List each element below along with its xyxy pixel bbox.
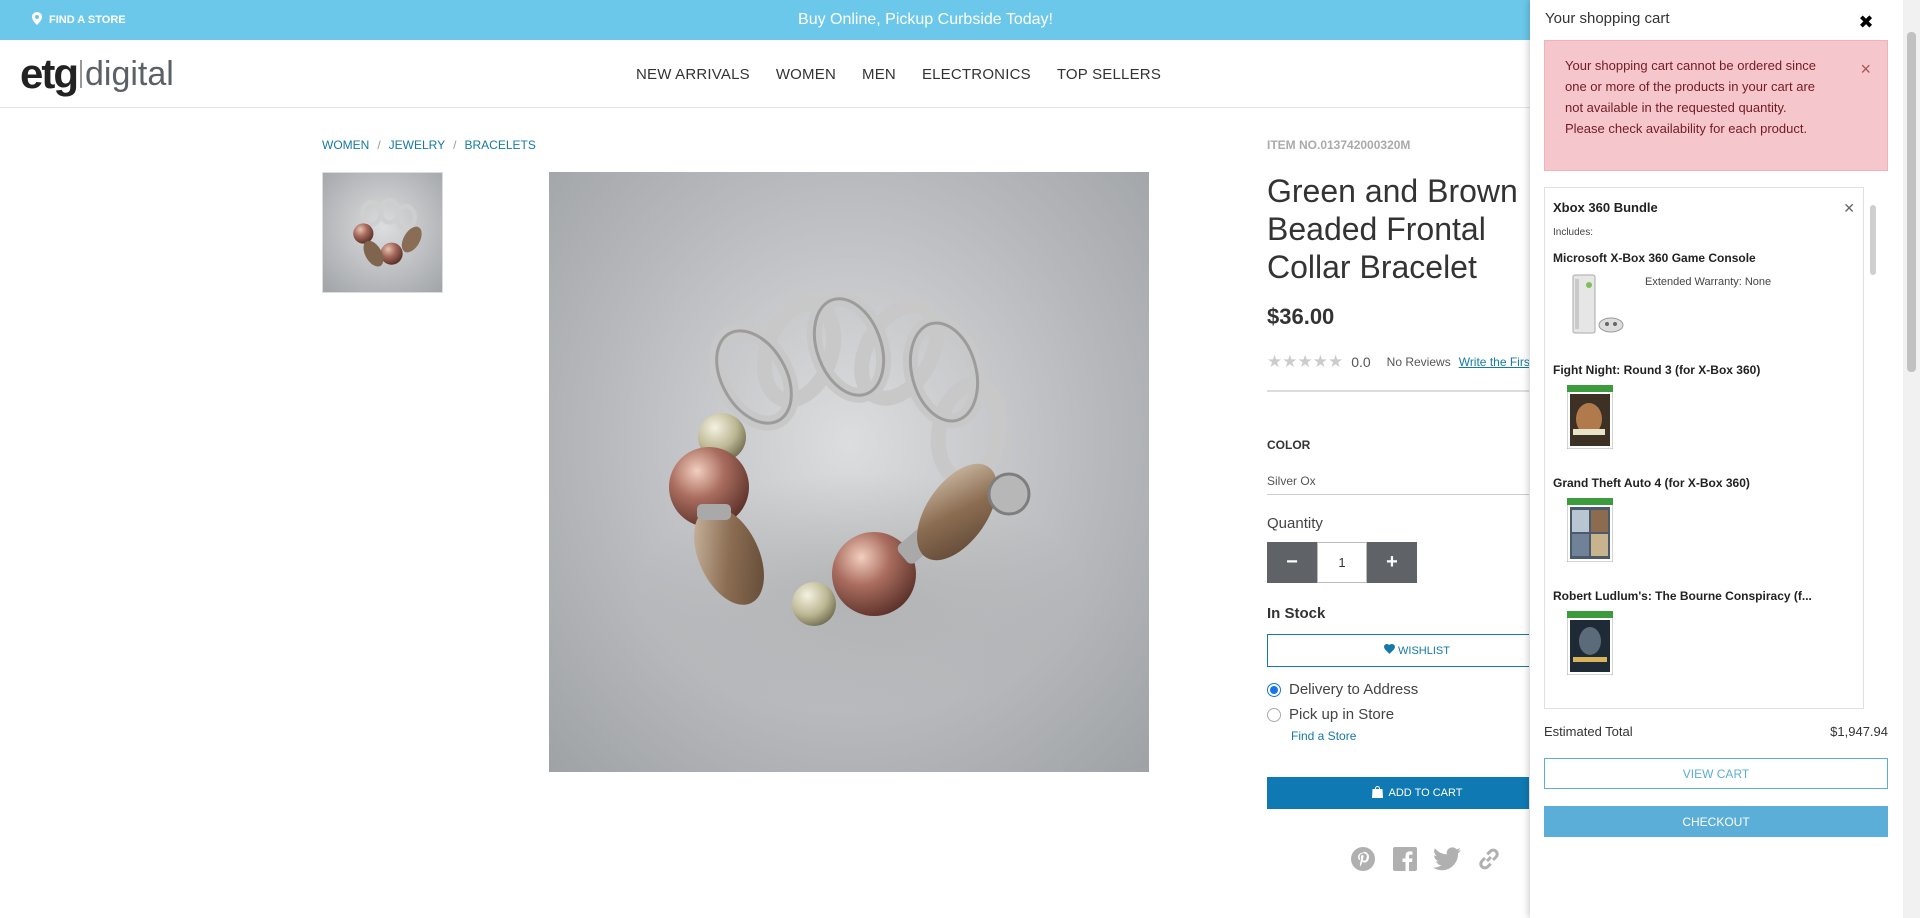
breadcrumb-women[interactable]: WOMEN — [322, 138, 369, 152]
cart-item: Fight Night: Round 3 (for X-Box 360) — [1553, 363, 1853, 450]
cart-item-name: Microsoft X-Box 360 Game Console — [1553, 251, 1756, 265]
product-price: $36.00 — [1267, 304, 1335, 329]
product-title: Green and Brown Beaded Frontal Collar Br… — [1267, 173, 1518, 285]
cart-item-image[interactable] — [1566, 610, 1614, 676]
nav-top-sellers[interactable]: TOP SELLERS — [1057, 66, 1161, 83]
find-a-store-link[interactable]: Find a Store — [1291, 729, 1529, 743]
cart-scrollbar[interactable] — [1870, 205, 1876, 275]
delivery-option-pickup[interactable]: Pick up in Store — [1267, 706, 1529, 723]
nav-electronics[interactable]: ELECTRONICS — [922, 66, 1031, 83]
cart-item: Grand Theft Auto 4 (for X-Box 360) — [1553, 476, 1853, 563]
item-number: ITEM NO.013742000320M — [1267, 138, 1411, 152]
rating-score: 0.0 — [1351, 354, 1371, 370]
quantity-decrease-button[interactable]: − — [1267, 542, 1317, 583]
page-scrollbar[interactable] — [1903, 0, 1920, 918]
product-details: ITEM NO.013742000320M Green and Brown Be… — [1267, 138, 1529, 918]
cart-item: Microsoft X-Box 360 Game Console Extende… — [1553, 251, 1853, 334]
breadcrumb-bracelets[interactable]: BRACELETS — [464, 138, 535, 152]
nav-women[interactable]: WOMEN — [776, 66, 836, 83]
breadcrumb-separator: / — [453, 138, 457, 152]
quantity-input[interactable] — [1317, 542, 1367, 583]
view-cart-button[interactable]: VIEW CART — [1544, 758, 1888, 789]
review-count: No Reviews — [1386, 355, 1451, 369]
close-icon[interactable]: ✖ — [1856, 12, 1876, 32]
remove-item-icon[interactable]: ✕ — [1843, 200, 1855, 217]
cart-title: Your shopping cart — [1545, 10, 1670, 27]
cart-item-image[interactable] — [1567, 273, 1624, 337]
add-to-cart-button[interactable]: ADD TO CART — [1267, 777, 1529, 809]
main-nav: NEW ARRIVALS WOMEN MEN ELECTRONICS TOP S… — [636, 40, 1161, 108]
stock-status: In Stock — [1267, 605, 1326, 622]
product-page: FIND A STORE Buy Online, Pickup Curbside… — [0, 0, 1920, 918]
quantity-increase-button[interactable]: + — [1367, 542, 1417, 583]
link-icon[interactable] — [1475, 845, 1503, 873]
cart-alert-message: Your shopping cart cannot be ordered sin… — [1565, 58, 1817, 136]
site-logo[interactable]: etg digital — [20, 50, 174, 98]
cart-alert: Your shopping cart cannot be ordered sin… — [1544, 40, 1888, 171]
color-select[interactable]: Silver Ox — [1267, 474, 1529, 495]
nav-men[interactable]: MEN — [862, 66, 896, 83]
pickup-store-label: Pick up in Store — [1289, 706, 1395, 723]
product-thumbnail[interactable] — [322, 172, 443, 293]
estimated-total-label: Estimated Total — [1544, 724, 1633, 739]
add-to-cart-label: ADD TO CART — [1388, 787, 1463, 799]
cart-drawer: Your shopping cart ✖ Your shopping cart … — [1530, 0, 1920, 918]
radio-unselected[interactable] — [1267, 707, 1281, 722]
alert-close-icon[interactable]: × — [1860, 59, 1871, 80]
cart-item-image[interactable] — [1566, 384, 1614, 450]
cart-item-name: Fight Night: Round 3 (for X-Box 360) — [1553, 363, 1761, 377]
delivery-address-label: Delivery to Address — [1289, 681, 1419, 698]
pinterest-icon[interactable] — [1349, 845, 1377, 873]
checkout-button[interactable]: CHECKOUT — [1544, 806, 1888, 837]
social-share — [1267, 845, 1529, 873]
facebook-icon[interactable] — [1391, 845, 1419, 873]
logo-digital: digital — [85, 54, 174, 93]
page-scrollbar-thumb[interactable] — [1907, 32, 1916, 372]
logo-etg: etg — [20, 50, 79, 97]
breadcrumb-separator: / — [377, 138, 381, 152]
rating-row: ★★★★★ 0.0 No Reviews Write the First Rev… — [1267, 352, 1529, 372]
quantity-label: Quantity — [1267, 515, 1323, 532]
radio-selected[interactable] — [1267, 682, 1281, 697]
cart-item-name: Grand Theft Auto 4 (for X-Box 360) — [1553, 476, 1750, 490]
breadcrumb: WOMEN / JEWELRY / BRACELETS — [322, 138, 536, 152]
estimated-total-row: Estimated Total $1,947.94 — [1544, 724, 1888, 739]
bag-icon — [1371, 785, 1383, 801]
heart-icon — [1384, 644, 1395, 657]
wishlist-button[interactable]: WISHLIST — [1267, 634, 1529, 667]
twitter-icon[interactable] — [1433, 845, 1461, 873]
cart-items-list: Xbox 360 Bundle ✕ Includes: Microsoft X-… — [1544, 187, 1864, 709]
wishlist-label: WISHLIST — [1398, 644, 1450, 657]
delivery-option-address[interactable]: Delivery to Address — [1267, 681, 1529, 698]
color-label: COLOR — [1267, 438, 1311, 452]
cart-item-name: Robert Ludlum's: The Bourne Conspiracy (… — [1553, 589, 1812, 603]
cart-item-image[interactable] — [1566, 497, 1614, 563]
warranty-text: Extended Warranty: None — [1645, 276, 1772, 288]
nav-new-arrivals[interactable]: NEW ARRIVALS — [636, 66, 750, 83]
divider — [1267, 390, 1529, 392]
product-main-image[interactable] — [549, 172, 1149, 772]
logo-divider — [80, 60, 82, 88]
breadcrumb-jewelry[interactable]: JEWELRY — [389, 138, 445, 152]
estimated-total-value: $1,947.94 — [1830, 724, 1888, 739]
cart-item: Robert Ludlum's: The Bourne Conspiracy (… — [1553, 589, 1853, 676]
star-rating-icon: ★★★★★ — [1267, 352, 1344, 371]
bundle-name: Xbox 360 Bundle — [1553, 200, 1658, 215]
includes-label: Includes: — [1553, 227, 1594, 238]
write-review-link[interactable]: Write the First Review — [1459, 355, 1529, 369]
quantity-stepper: − + — [1267, 542, 1417, 583]
